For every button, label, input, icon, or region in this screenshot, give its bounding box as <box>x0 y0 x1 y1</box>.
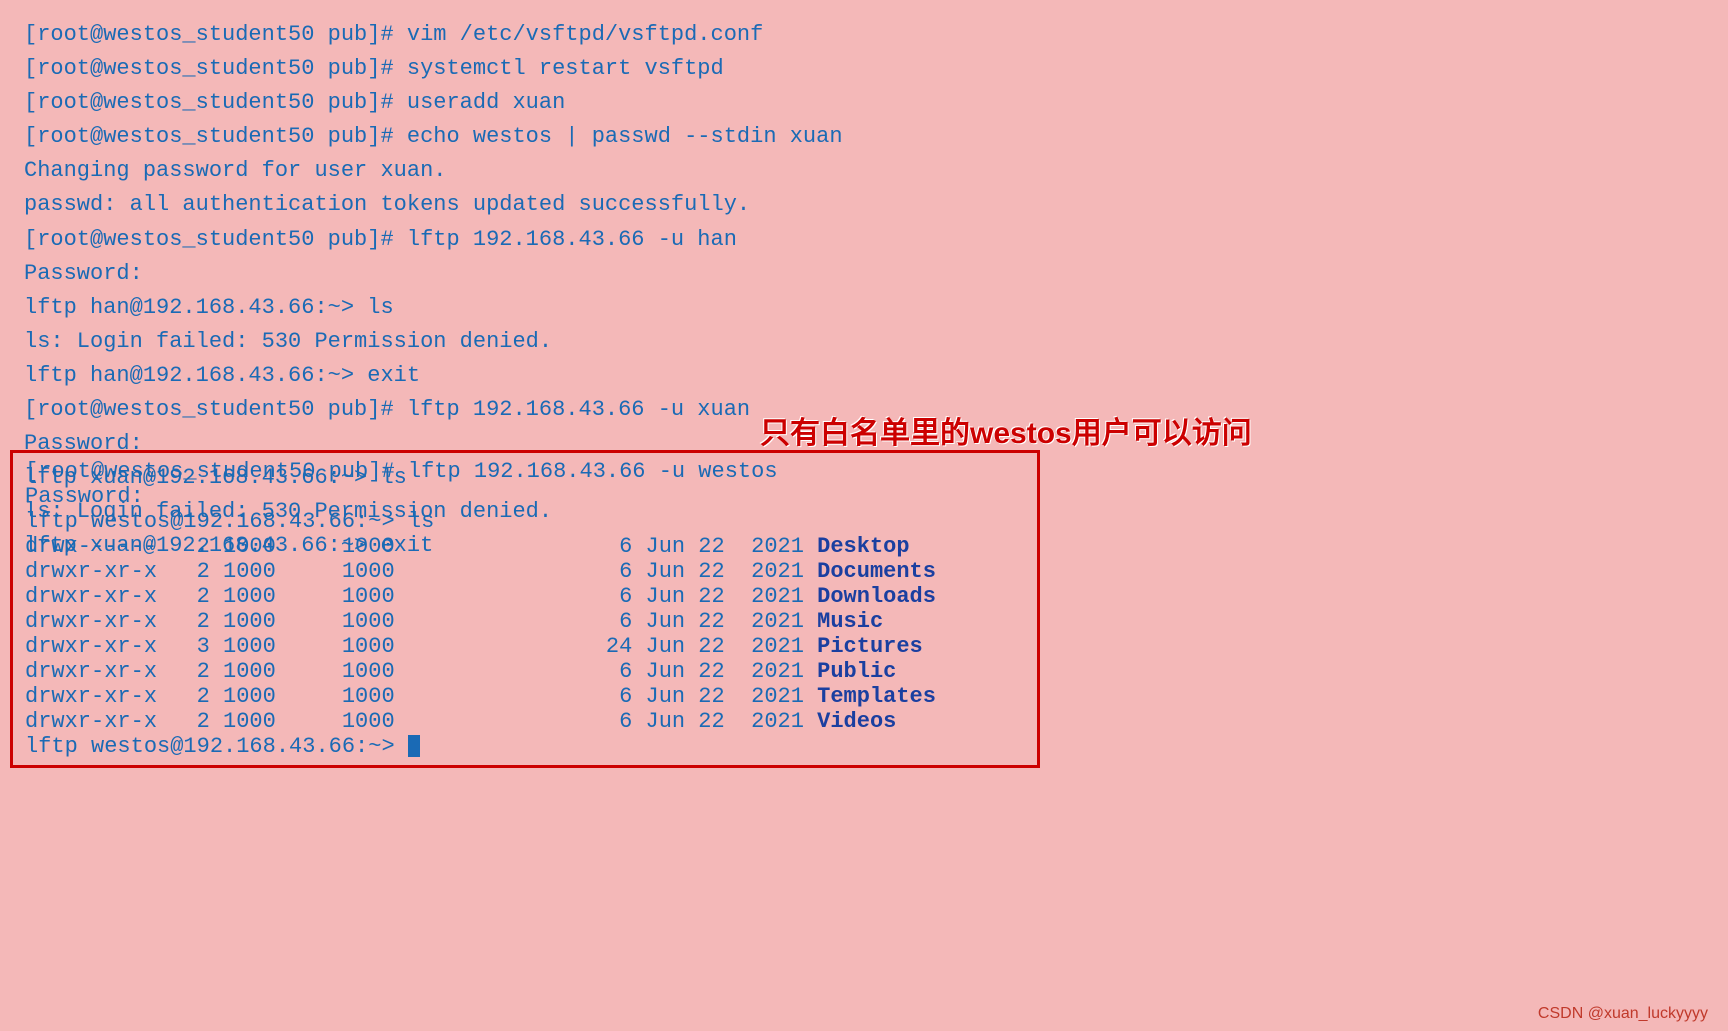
line-2: [root@westos_student50 pub]# systemctl r… <box>24 52 1704 86</box>
line-8: Password: <box>24 257 1704 291</box>
line-11: lftp han@192.168.43.66:~> exit <box>24 359 1704 393</box>
hl-line-3: lftp westos@192.168.43.66:~> ls <box>25 509 1025 534</box>
hl-prompt-end: lftp westos@192.168.43.66:~> <box>25 734 1025 759</box>
line-3: [root@westos_student50 pub]# useradd xua… <box>24 86 1704 120</box>
line-7: [root@westos_student50 pub]# lftp 192.16… <box>24 223 1704 257</box>
line-9: lftp han@192.168.43.66:~> ls <box>24 291 1704 325</box>
line-10: ls: Login failed: 530 Permission denied. <box>24 325 1704 359</box>
dir-downloads: drwxr-xr-x 2 1000 1000 6 Jun 22 2021 Dow… <box>25 584 1025 609</box>
highlight-box: [root@westos_student50 pub]# lftp 192.16… <box>10 450 1040 768</box>
dir-videos: drwxr-xr-x 2 1000 1000 6 Jun 22 2021 Vid… <box>25 709 1025 734</box>
dir-public: drwxr-xr-x 2 1000 1000 6 Jun 22 2021 Pub… <box>25 659 1025 684</box>
csdn-watermark: CSDN @xuan_luckyyyy <box>1538 1005 1708 1023</box>
annotation-label: 只有白名单里的westos用户可以访问 <box>760 408 1252 452</box>
dir-music: drwxr-xr-x 2 1000 1000 6 Jun 22 2021 Mus… <box>25 609 1025 634</box>
line-1: [root@westos_student50 pub]# vim /etc/vs… <box>24 18 1704 52</box>
line-4: [root@westos_student50 pub]# echo westos… <box>24 120 1704 154</box>
dir-pictures: drwxr-xr-x 3 1000 1000 24 Jun 22 2021 Pi… <box>25 634 1025 659</box>
line-6: passwd: all authentication tokens update… <box>24 188 1704 222</box>
dir-documents: drwxr-xr-x 2 1000 1000 6 Jun 22 2021 Doc… <box>25 559 1025 584</box>
dir-templates: drwxr-xr-x 2 1000 1000 6 Jun 22 2021 Tem… <box>25 684 1025 709</box>
hl-line-2: Password: <box>25 484 1025 509</box>
hl-line-1: [root@westos_student50 pub]# lftp 192.16… <box>25 459 1025 484</box>
dir-desktop: drwx------ 2 1000 1000 6 Jun 22 2021 Des… <box>25 534 1025 559</box>
line-5: Changing password for user xuan. <box>24 154 1704 188</box>
